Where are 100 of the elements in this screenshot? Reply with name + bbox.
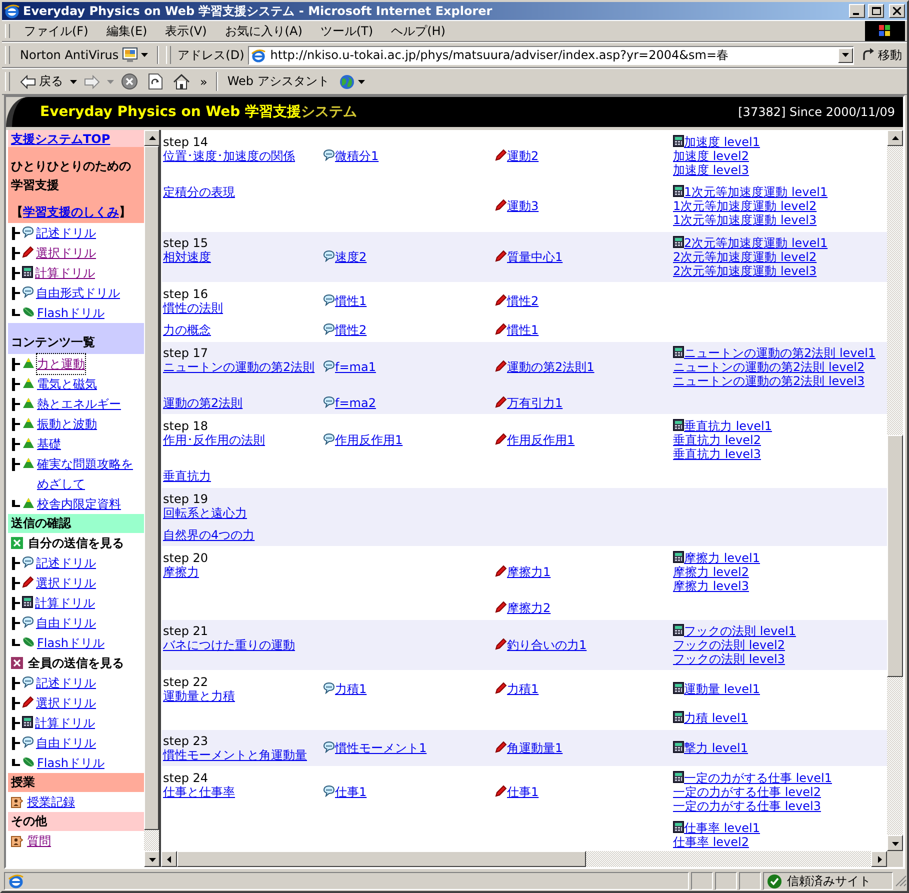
calculation-drill-link[interactable]: 2次元等加速度運動 level3 [673, 264, 817, 278]
topic-link[interactable]: 相対速度 [163, 250, 211, 264]
sidebar-link[interactable]: Flashドリル [37, 303, 104, 323]
scroll-down-button[interactable] [144, 851, 160, 867]
description-drill-link[interactable]: 仕事1 [335, 785, 367, 799]
scroll-thumb[interactable] [887, 435, 903, 677]
topic-link[interactable]: 力の概念 [163, 323, 211, 337]
description-drill-link[interactable]: 慣性1 [335, 294, 367, 308]
sidebar-link[interactable]: 計算ドリル [35, 593, 95, 613]
calculation-drill-link[interactable]: フックの法則 level1 [684, 624, 796, 638]
sidebar-link[interactable]: Flashドリル [37, 633, 104, 653]
topic-link[interactable]: 摩擦力 [163, 565, 199, 579]
calculation-drill-link[interactable]: 垂直抗力 level2 [673, 433, 761, 447]
calculation-drill-link[interactable]: 1次元等加速度運動 level3 [673, 213, 817, 227]
antivirus-button[interactable]: Norton AntiVirus [17, 45, 151, 65]
sidebar-link[interactable]: 電気と磁気 [37, 374, 97, 394]
choice-drill-link[interactable]: 慣性1 [507, 323, 539, 337]
description-drill-link[interactable]: f=ma2 [335, 396, 376, 410]
sidebar-link[interactable]: 自由ドリル [36, 733, 96, 753]
topic-link[interactable]: 慣性モーメントと角運動量 [163, 748, 307, 762]
sidebar-link[interactable]: 振動と波動 [37, 414, 97, 434]
address-field[interactable]: http://nkiso.u-tokai.ac.jp/phys/matsuura/adviser/index.asp?yr=2004&sm=春 [248, 46, 854, 64]
scroll-thumb[interactable] [177, 851, 586, 867]
sidebar-link[interactable]: 自由形式ドリル [36, 283, 120, 303]
topic-link[interactable]: ニュートンの運動の第2法則 [163, 360, 315, 374]
topic-link[interactable]: 垂直抗力 [163, 469, 211, 483]
guide-link[interactable]: 学習支援のしくみ [23, 205, 119, 219]
topic-link[interactable]: 位置･速度･加速度の関係 [163, 149, 295, 163]
calculation-drill-link[interactable]: 垂直抗力 level1 [684, 419, 772, 433]
sidebar-link[interactable]: 熱とエネルギー [37, 394, 121, 414]
maximize-button[interactable] [868, 4, 884, 18]
menu-item[interactable]: お気に入り(A) [218, 20, 310, 42]
top-link[interactable]: 支援システムTOP [11, 132, 110, 146]
calculation-drill-link[interactable]: 仕事率 level2 [673, 835, 749, 849]
description-drill-link[interactable]: 微積分1 [335, 149, 379, 163]
choice-drill-link[interactable]: 釣り合いの力1 [507, 638, 587, 652]
topic-link[interactable]: 仕事と仕事率 [163, 785, 235, 799]
scroll-up-button[interactable] [144, 130, 160, 146]
calculation-drill-link[interactable]: 撃力 level1 [684, 741, 748, 755]
sidebar-link[interactable]: 記述ドリル [36, 223, 96, 243]
sidebar-link[interactable]: 力と運動 [37, 354, 85, 374]
sidebar-link[interactable]: 記述ドリル [36, 553, 96, 573]
sidebar-link[interactable]: 質問 [27, 832, 51, 850]
calculation-drill-link[interactable]: 力積 level1 [684, 711, 748, 725]
calculation-drill-link[interactable]: フックの法則 level3 [673, 652, 785, 666]
calculation-drill-link[interactable]: 摩擦力 level3 [673, 579, 749, 593]
calculation-drill-link[interactable]: 2次元等加速度運動 level1 [684, 236, 828, 250]
more-button[interactable]: » [197, 72, 210, 90]
address-dropdown-button[interactable] [838, 48, 853, 62]
choice-drill-link[interactable]: 質量中心1 [507, 250, 563, 264]
calculation-drill-link[interactable]: 一定の力がする仕事 level1 [684, 771, 832, 785]
description-drill-link[interactable]: 力積1 [335, 682, 367, 696]
scroll-right-button[interactable] [871, 851, 887, 867]
menu-item[interactable]: 表示(V) [158, 20, 214, 42]
choice-drill-link[interactable]: 運動2 [507, 149, 539, 163]
vertical-scrollbar[interactable] [887, 130, 903, 851]
calculation-drill-link[interactable]: ニュートンの運動の第2法則 level1 [684, 346, 876, 360]
go-button[interactable]: 移動 [858, 44, 905, 66]
calculation-drill-link[interactable]: ニュートンの運動の第2法則 level3 [673, 374, 865, 388]
choice-drill-link[interactable]: 仕事1 [507, 785, 539, 799]
choice-drill-link[interactable]: 万有引力1 [507, 396, 563, 410]
web-assistant-button[interactable]: Web アシスタント [224, 71, 332, 92]
sidebar-link[interactable]: 記述ドリル [36, 673, 96, 693]
menu-item[interactable]: 編集(E) [99, 20, 154, 42]
calculation-drill-link[interactable]: 垂直抗力 level3 [673, 447, 761, 461]
sidebar-link[interactable]: 選択ドリル [36, 693, 96, 713]
choice-drill-link[interactable]: 力積1 [507, 682, 539, 696]
topic-link[interactable]: 運動の第2法則 [163, 396, 243, 410]
choice-drill-link[interactable]: 慣性2 [507, 294, 539, 308]
calculation-drill-link[interactable]: 加速度 level1 [684, 135, 760, 149]
sidebar-link[interactable]: 基礎 [37, 434, 61, 454]
sidebar-link[interactable]: Flashドリル [37, 753, 104, 773]
calculation-drill-link[interactable]: 加速度 level3 [673, 163, 749, 177]
calculation-drill-link[interactable]: 1次元等加速度運動 level2 [673, 199, 817, 213]
minimize-button[interactable] [849, 4, 865, 18]
choice-drill-link[interactable]: 角運動量1 [507, 741, 563, 755]
calculation-drill-link[interactable]: 2次元等加速度運動 level2 [673, 250, 817, 264]
description-drill-link[interactable]: f=ma1 [335, 360, 376, 374]
topic-link[interactable]: バネにつけた重りの運動 [163, 638, 295, 652]
calculation-drill-link[interactable]: 摩擦力 level2 [673, 565, 749, 579]
calculation-drill-link[interactable]: 運動量 level1 [684, 682, 760, 696]
back-button[interactable]: 戻る [17, 71, 66, 92]
sidebar-link[interactable]: 自由ドリル [36, 613, 96, 633]
scroll-up-button[interactable] [887, 130, 903, 146]
choice-drill-link[interactable]: 運動の第2法則1 [507, 360, 594, 374]
sidebar-link[interactable]: 確実な問題攻略をめざして [37, 454, 144, 494]
caret-icon[interactable] [70, 80, 77, 84]
description-drill-link[interactable]: 速度2 [335, 250, 367, 264]
sidebar-link[interactable]: 選択ドリル [36, 243, 96, 263]
scroll-down-button[interactable] [887, 835, 903, 851]
choice-drill-link[interactable]: 作用反作用1 [507, 433, 575, 447]
sidebar-link[interactable]: 計算ドリル [35, 713, 95, 733]
choice-drill-link[interactable]: 摩擦力1 [507, 565, 551, 579]
calculation-drill-link[interactable]: フックの法則 level2 [673, 638, 785, 652]
topic-link[interactable]: 作用･反作用の法則 [163, 433, 265, 447]
calculation-drill-link[interactable]: ニュートンの運動の第2法則 level2 [673, 360, 865, 374]
description-drill-link[interactable]: 慣性2 [335, 323, 367, 337]
description-drill-link[interactable]: 作用反作用1 [335, 433, 403, 447]
sidebar-link[interactable]: 授業記録 [27, 794, 75, 810]
scroll-left-button[interactable] [161, 851, 177, 867]
